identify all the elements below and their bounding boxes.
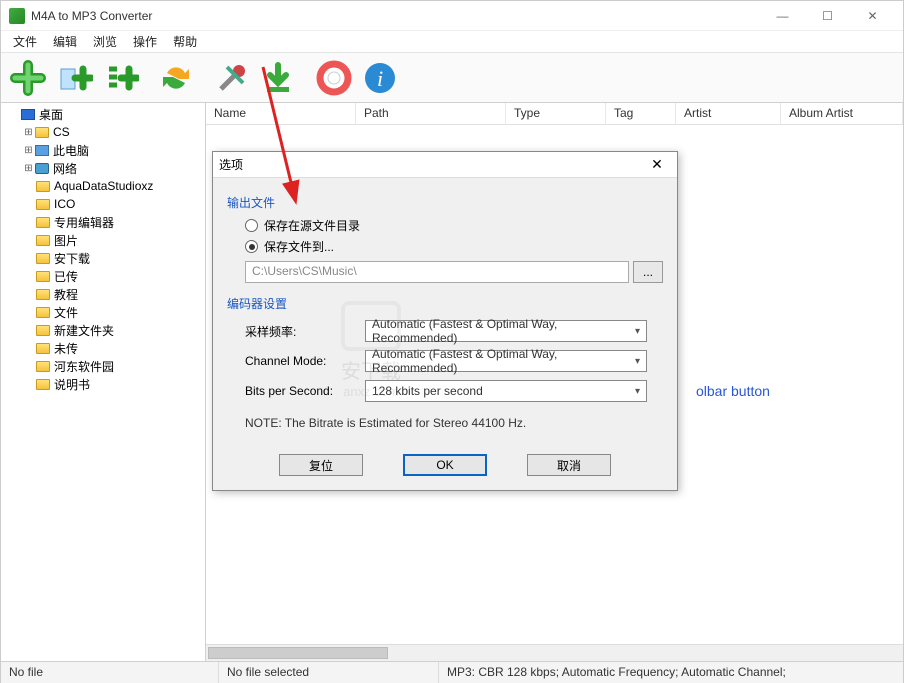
add-folder-button[interactable] — [53, 57, 95, 99]
tree-item[interactable]: ⊞网络 — [5, 159, 201, 177]
horizontal-scrollbar[interactable] — [206, 644, 903, 661]
channel-mode-combo[interactable]: Automatic (Fastest & Optimal Way, Recomm… — [365, 350, 647, 372]
tree-item[interactable]: ICO — [5, 195, 201, 213]
bitrate-note: NOTE: The Bitrate is Estimated for Stere… — [245, 416, 663, 430]
radio-save-to[interactable]: 保存文件到... — [245, 238, 663, 255]
sample-rate-label: 采样频率: — [245, 323, 365, 340]
minimize-button[interactable]: — — [760, 2, 805, 30]
tree-item[interactable]: AquaDataStudioxz — [5, 177, 201, 195]
tree-item[interactable]: 河东软件园 — [5, 357, 201, 375]
menu-file[interactable]: 文件 — [7, 31, 43, 52]
chevron-down-icon: ▾ — [635, 356, 640, 367]
status-left: No file — [1, 662, 219, 683]
toolbar: i — [1, 53, 903, 103]
menu-help[interactable]: 帮助 — [167, 31, 203, 52]
encoder-group-label: 编码器设置 — [227, 295, 663, 312]
plus-icon — [9, 59, 47, 97]
tree-item[interactable]: ⊞此电脑 — [5, 141, 201, 159]
window-title: M4A to MP3 Converter — [31, 9, 760, 23]
dialog-close-button[interactable]: ✕ — [643, 156, 671, 173]
chevron-down-icon: ▾ — [635, 386, 640, 397]
refresh-button[interactable] — [155, 57, 197, 99]
tree-item[interactable]: 未传 — [5, 339, 201, 357]
menu-edit[interactable]: 编辑 — [47, 31, 83, 52]
download-button[interactable] — [257, 57, 299, 99]
tree-item[interactable]: 说明书 — [5, 375, 201, 393]
lifebuoy-icon — [315, 59, 353, 97]
refresh-icon — [157, 59, 195, 97]
options-dialog: 选项 ✕ 输出文件 保存在源文件目录 保存文件到... C:\Users\CS\… — [212, 151, 678, 491]
ok-button[interactable]: OK — [403, 454, 487, 476]
statusbar: No file No file selected MP3: CBR 128 kb… — [1, 661, 903, 683]
add-list-button[interactable] — [99, 57, 141, 99]
radio-save-source[interactable]: 保存在源文件目录 — [245, 217, 663, 234]
menu-browse[interactable]: 浏览 — [87, 31, 123, 52]
tree-root[interactable]: 桌面 — [5, 105, 201, 123]
folder-tree[interactable]: 桌面 ⊞CS ⊞此电脑 ⊞网络 AquaDataStudioxz ICO 专用编… — [1, 103, 206, 661]
tree-item[interactable]: 安下载 — [5, 249, 201, 267]
browse-button[interactable]: ... — [633, 261, 663, 283]
svg-text:i: i — [377, 66, 383, 91]
tree-item[interactable]: ⊞CS — [5, 123, 201, 141]
download-icon — [259, 59, 297, 97]
col-path[interactable]: Path — [356, 103, 506, 124]
chevron-down-icon: ▾ — [635, 326, 640, 337]
dialog-titlebar[interactable]: 选项 ✕ — [213, 152, 677, 178]
plus-list-icon — [101, 59, 139, 97]
info-button[interactable]: i — [359, 57, 401, 99]
scrollbar-thumb[interactable] — [208, 647, 388, 659]
tree-item[interactable]: 图片 — [5, 231, 201, 249]
settings-button[interactable] — [211, 57, 253, 99]
tree-item[interactable]: 新建文件夹 — [5, 321, 201, 339]
col-album-artist[interactable]: Album Artist — [781, 103, 903, 124]
radio-icon — [245, 219, 258, 232]
bits-per-second-label: Bits per Second: — [245, 384, 365, 398]
radio-icon — [245, 240, 258, 253]
status-right: MP3: CBR 128 kbps; Automatic Frequency; … — [439, 662, 903, 683]
info-icon: i — [361, 59, 399, 97]
cancel-button[interactable]: 取消 — [527, 454, 611, 476]
col-name[interactable]: Name — [206, 103, 356, 124]
bits-per-second-combo[interactable]: 128 kbits per second▾ — [365, 380, 647, 402]
output-path-input[interactable]: C:\Users\CS\Music\ — [245, 261, 629, 283]
help-button[interactable] — [313, 57, 355, 99]
tree-item[interactable]: 已传 — [5, 267, 201, 285]
close-button[interactable]: ✕ — [850, 2, 895, 30]
titlebar: M4A to MP3 Converter — ☐ ✕ — [1, 1, 903, 31]
dialog-title: 选项 — [219, 156, 643, 173]
add-file-button[interactable] — [7, 57, 49, 99]
channel-mode-label: Channel Mode: — [245, 354, 365, 368]
annotation-text: olbar button — [696, 383, 770, 399]
tree-item[interactable]: 文件 — [5, 303, 201, 321]
tree-item[interactable]: 专用编辑器 — [5, 213, 201, 231]
maximize-button[interactable]: ☐ — [805, 2, 850, 30]
status-mid: No file selected — [219, 662, 439, 683]
tree-item[interactable]: 教程 — [5, 285, 201, 303]
menu-action[interactable]: 操作 — [127, 31, 163, 52]
menubar: 文件 编辑 浏览 操作 帮助 — [1, 31, 903, 53]
list-header: Name Path Type Tag Artist Album Artist — [206, 103, 903, 125]
app-icon — [9, 8, 25, 24]
col-tag[interactable]: Tag — [606, 103, 676, 124]
plus-folder-icon — [55, 59, 93, 97]
tools-icon — [213, 59, 251, 97]
sample-rate-combo[interactable]: Automatic (Fastest & Optimal Way, Recomm… — [365, 320, 647, 342]
col-artist[interactable]: Artist — [676, 103, 781, 124]
output-group-label: 输出文件 — [227, 194, 663, 211]
reset-button[interactable]: 复位 — [279, 454, 363, 476]
col-type[interactable]: Type — [506, 103, 606, 124]
